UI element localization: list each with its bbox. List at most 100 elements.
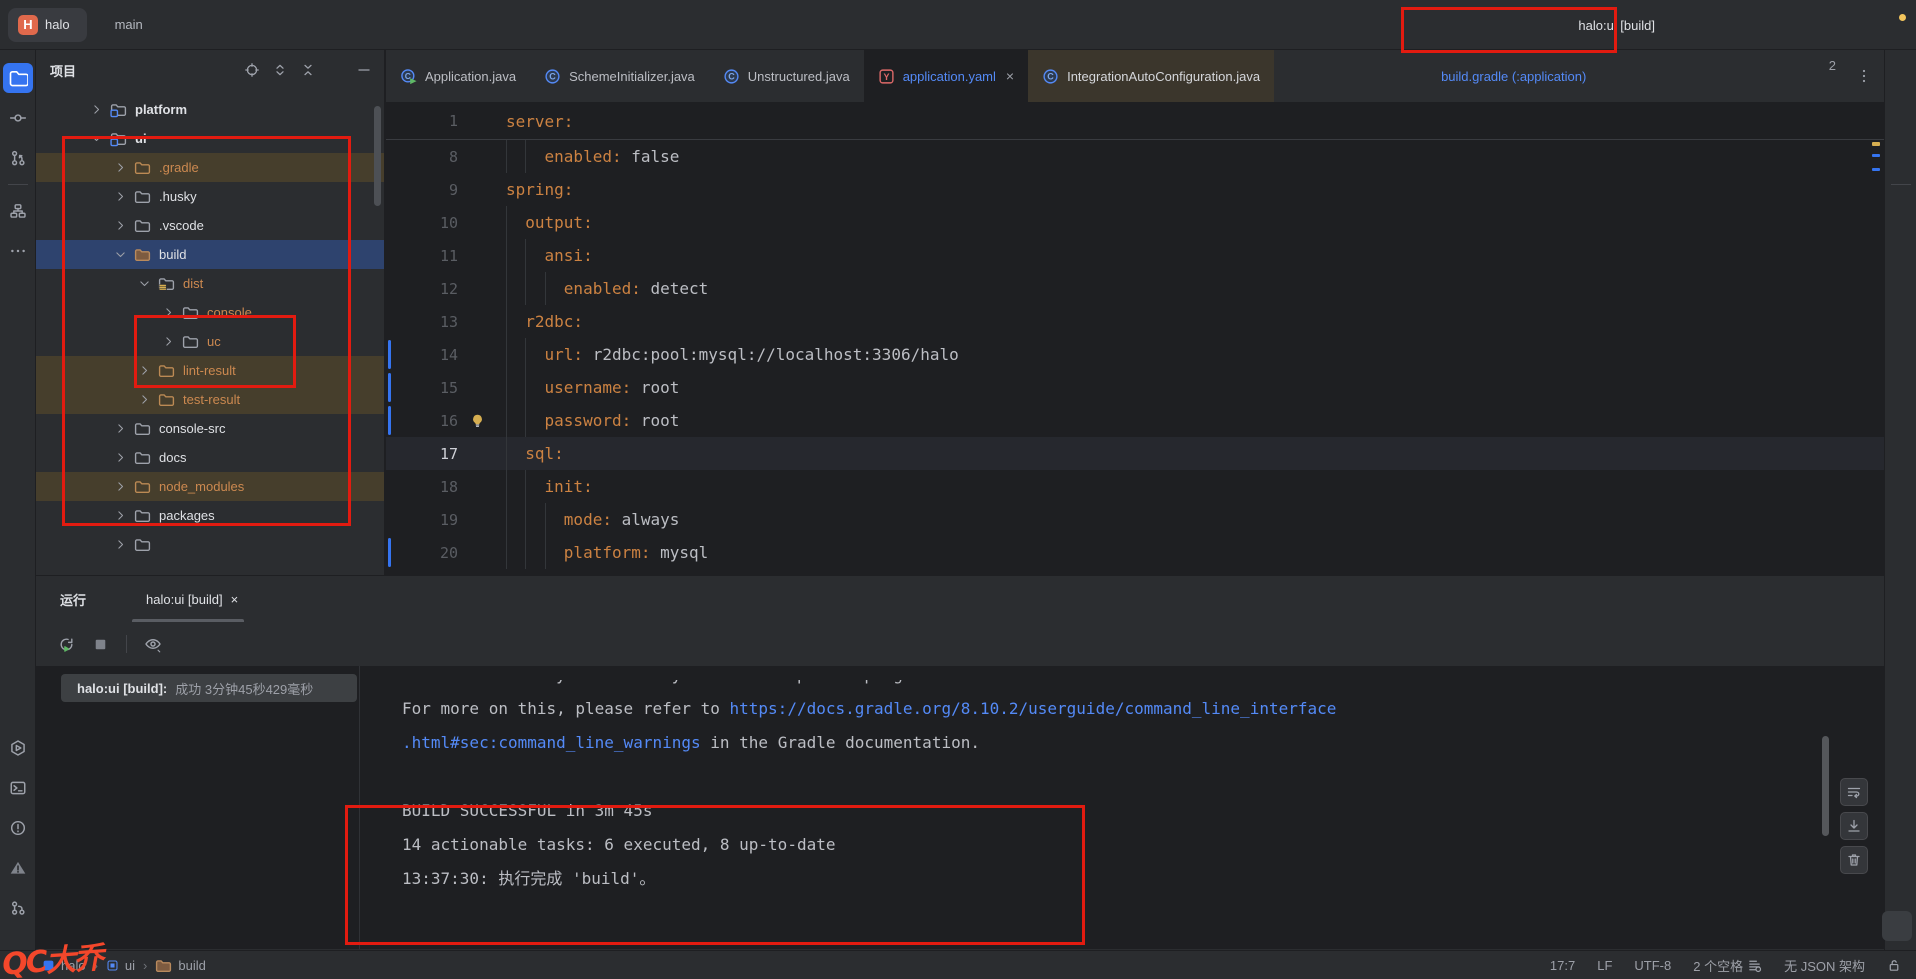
warning-tool-button[interactable] xyxy=(3,853,33,883)
tab-Application.java[interactable]: CApplication.java xyxy=(386,50,530,102)
status-item-17:7[interactable]: 17:7 xyxy=(1550,958,1575,973)
chevron-right-icon[interactable] xyxy=(160,305,176,321)
inspection-widget[interactable]: 2 xyxy=(1826,58,1856,73)
chevron-right-icon[interactable] xyxy=(112,189,128,205)
gutter[interactable]: 18 xyxy=(386,470,506,503)
chevron-right-icon[interactable] xyxy=(112,537,128,553)
softwrap-button[interactable] xyxy=(1840,778,1868,806)
search-everywhere-button[interactable] xyxy=(1846,9,1878,41)
run-console[interactable]: determine if they come from your own scr… xyxy=(360,666,1884,949)
editor[interactable]: 1server:8 enabled: false9spring:10 outpu… xyxy=(386,103,1884,569)
tree-item-.vscode[interactable]: .vscode xyxy=(36,211,384,240)
tab-Unstructured.java[interactable]: CUnstructured.java xyxy=(709,50,864,102)
commit-tool-button[interactable] xyxy=(3,103,33,133)
kebab-button[interactable] xyxy=(173,630,201,658)
branch-widget[interactable]: main xyxy=(109,17,149,32)
error-stripe-mark[interactable] xyxy=(1872,142,1880,146)
preview-button[interactable] xyxy=(139,630,167,658)
change-stripe-mark[interactable] xyxy=(1872,154,1880,157)
settings-button[interactable] xyxy=(1878,9,1910,41)
chevron-down-icon[interactable] xyxy=(88,131,104,147)
tree-item-dist[interactable]: dist xyxy=(36,269,384,298)
chevron-right-icon[interactable] xyxy=(112,160,128,176)
run-configuration-selector[interactable]: halo:ui [build] xyxy=(1571,18,1662,33)
gutter[interactable]: 1 xyxy=(386,103,506,139)
project-tree-scrollbar[interactable] xyxy=(374,106,381,206)
more-tool-button[interactable] xyxy=(3,236,33,266)
tab-build.gradle (:application)[interactable]: build.gradle (:application) xyxy=(1419,50,1600,102)
project-widget[interactable]: H halo xyxy=(8,8,87,42)
gutter[interactable]: 15 xyxy=(386,371,506,404)
change-stripe-mark[interactable] xyxy=(1872,168,1880,171)
gutter[interactable]: 20 xyxy=(386,536,506,569)
chevron-right-icon[interactable] xyxy=(88,102,104,118)
run-float-button[interactable] xyxy=(1882,911,1912,941)
close-icon[interactable]: × xyxy=(231,592,239,607)
gutter[interactable]: 19 xyxy=(386,503,506,536)
pull-requests-tool-button[interactable] xyxy=(3,143,33,173)
chevron-down-icon[interactable] xyxy=(112,247,128,263)
tree-item-test-result[interactable]: test-result xyxy=(36,385,384,414)
kebab-icon[interactable] xyxy=(324,58,348,82)
chevron-right-icon[interactable] xyxy=(112,479,128,495)
shield-tool-button[interactable] xyxy=(1886,196,1916,226)
gutter[interactable]: 10 xyxy=(386,206,506,239)
gutter[interactable]: 8 xyxy=(386,140,506,173)
console-link[interactable]: https://docs.gradle.org/8.10.2/userguide… xyxy=(730,699,1337,718)
change-marker[interactable] xyxy=(388,538,391,567)
target-icon[interactable] xyxy=(240,58,264,82)
tab-application.yaml[interactable]: Yapplication.yaml× xyxy=(864,50,1028,102)
tree-item-platform[interactable]: platform xyxy=(36,95,384,124)
code-with-me-button[interactable] xyxy=(1814,9,1846,41)
status-item-2 个空格[interactable]: 2 个空格 xyxy=(1693,956,1762,975)
chevron-right-icon[interactable] xyxy=(112,508,128,524)
status-item-无 JSON 架构[interactable]: 无 JSON 架构 xyxy=(1784,956,1865,975)
tree-item-docs[interactable]: docs xyxy=(36,443,384,472)
intention-bulb-icon[interactable] xyxy=(470,413,485,428)
breadcrumb-item-ui[interactable]: ui xyxy=(106,958,135,973)
problems-tool-button[interactable] xyxy=(3,813,33,843)
tree-item-packages[interactable]: packages xyxy=(36,501,384,530)
console-vertical-scrollbar[interactable] xyxy=(1822,736,1829,836)
tree-item-.husky[interactable]: .husky xyxy=(36,182,384,211)
gutter[interactable]: 14 xyxy=(386,338,506,371)
hide-icon[interactable] xyxy=(352,58,376,82)
gutter[interactable]: 12 xyxy=(386,272,506,305)
stop-button[interactable] xyxy=(86,630,114,658)
change-marker[interactable] xyxy=(388,340,391,369)
gutter[interactable]: 9 xyxy=(386,173,506,206)
tree-item-.gradle[interactable]: .gradle xyxy=(36,153,384,182)
tab-IntegrationAutoConfiguration.java[interactable]: CIntegrationAutoConfiguration.java xyxy=(1028,50,1274,102)
tree-item-console-src[interactable]: console-src xyxy=(36,414,384,443)
terminal-tool-button[interactable] xyxy=(3,773,33,803)
spring-tool-button[interactable] xyxy=(1886,103,1916,133)
status-item-UTF-8[interactable]: UTF-8 xyxy=(1634,958,1671,973)
gutter[interactable]: 13 xyxy=(386,305,506,338)
chevron-right-icon[interactable] xyxy=(112,421,128,437)
services-tool-button[interactable] xyxy=(3,733,33,763)
more-actions-button[interactable] xyxy=(1736,9,1768,41)
breadcrumb-item-halo[interactable]: halo xyxy=(42,958,86,973)
tab-SchemeInitializer.java[interactable]: CSchemeInitializer.java xyxy=(530,50,709,102)
expand-all-icon[interactable] xyxy=(268,58,292,82)
gradle-tool-button[interactable] xyxy=(1886,143,1916,173)
collapse-all-icon[interactable] xyxy=(296,58,320,82)
tree-item-node_modules[interactable]: node_modules xyxy=(36,472,384,501)
structure-tool-button[interactable] xyxy=(3,196,33,226)
tree-item-build[interactable]: build xyxy=(36,240,384,269)
scroll-end-button[interactable] xyxy=(1840,812,1868,840)
gutter[interactable]: 11 xyxy=(386,239,506,272)
breadcrumb-item-build[interactable]: build xyxy=(155,957,205,974)
change-marker[interactable] xyxy=(388,406,391,435)
project-tool-button[interactable] xyxy=(3,63,33,93)
debug-button[interactable] xyxy=(1704,9,1736,41)
console-link[interactable]: .html#sec:command_line_warnings xyxy=(402,733,701,752)
bell-tool-button[interactable] xyxy=(1886,63,1916,93)
gutter[interactable]: 17 xyxy=(386,437,506,470)
chevron-right-icon[interactable] xyxy=(136,392,152,408)
status-item-LF[interactable]: LF xyxy=(1597,958,1612,973)
chevron-right-icon[interactable] xyxy=(160,334,176,350)
trash-button[interactable] xyxy=(1840,846,1868,874)
chevron-right-icon[interactable] xyxy=(136,363,152,379)
run-button[interactable] xyxy=(1672,9,1704,41)
